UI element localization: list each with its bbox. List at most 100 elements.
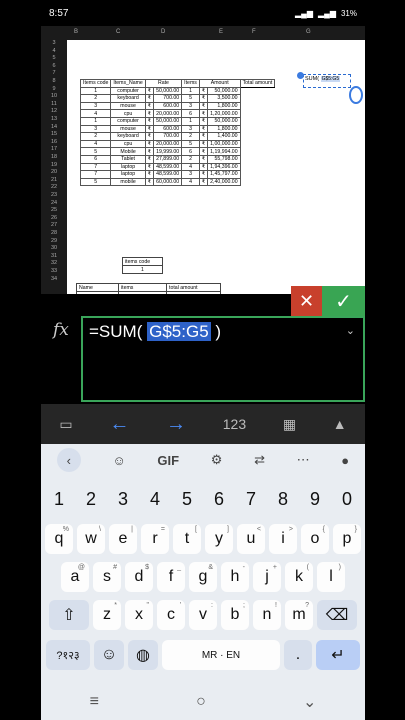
row-label[interactable]: 22 [41, 184, 67, 192]
table-cell[interactable]: 5 [79, 147, 112, 156]
key-n[interactable]: n! [253, 600, 281, 630]
row-label[interactable]: 16 [41, 139, 67, 147]
table-cell[interactable]: 50,000.00 [207, 116, 241, 126]
row-label[interactable]: 32 [41, 260, 67, 268]
header-cell[interactable]: Rate [144, 79, 183, 88]
row-label[interactable]: 20 [41, 169, 67, 177]
row-label[interactable]: 15 [41, 131, 67, 139]
table-cell[interactable] [240, 110, 275, 118]
column-label[interactable]: F [252, 29, 256, 35]
table-cell[interactable]: 1,400.00 [207, 132, 241, 141]
table-cell[interactable]: 1,00,000.00 [207, 139, 241, 149]
table-cell[interactable]: Mobile [110, 147, 146, 156]
back-icon[interactable]: ⌄ [303, 692, 316, 712]
lookup-label[interactable]: items code [122, 257, 163, 266]
key-3[interactable]: 3 [109, 484, 137, 514]
key-4[interactable]: 4 [141, 484, 169, 514]
table-cell[interactable]: 3 [181, 101, 200, 111]
formula-input[interactable]: =SUM( G$5:G5 ) ⌄ [81, 316, 365, 402]
lookup-table[interactable]: items code 1 [122, 257, 163, 274]
table-cell[interactable]: ₹ [144, 147, 155, 156]
recents-icon[interactable]: ≡ [90, 693, 99, 711]
key-e[interactable]: e | [109, 524, 137, 554]
period-key[interactable]: . [284, 640, 312, 670]
table-cell[interactable]: 1,800.00 [207, 101, 241, 111]
key-p[interactable]: p} [333, 524, 361, 554]
row-label[interactable]: 26 [41, 215, 67, 223]
table-cell[interactable]: 1 [79, 116, 112, 126]
column-label[interactable]: E [219, 29, 223, 35]
row-label[interactable]: 3 [41, 40, 67, 48]
sticker-icon[interactable]: ☺ [112, 453, 125, 468]
numpad-icon[interactable]: 123 [223, 416, 246, 432]
table-cell[interactable]: 48,599.00 [153, 162, 183, 172]
key-2[interactable]: 2 [77, 484, 105, 514]
spreadsheet[interactable]: BCDEFG 3 4 5 6 7 8 9 10 11 12 13 14 15 16 17 18 19 20 21 22… [41, 26, 365, 294]
table-cell[interactable]: ₹ [198, 94, 209, 103]
table-cell[interactable]: cpu [110, 109, 146, 118]
key-x[interactable]: x " [125, 600, 153, 630]
table-cell[interactable]: ₹ [198, 147, 209, 156]
table-cell[interactable]: 4 [79, 139, 112, 149]
table-cell[interactable]: ₹ [144, 154, 155, 164]
cell[interactable] [76, 291, 119, 294]
formula-range-selected[interactable]: G$5:G5 [147, 322, 211, 341]
table-cell[interactable]: 1 [181, 86, 200, 96]
header-cell[interactable]: Items code [79, 79, 112, 88]
key-c[interactable]: c ' [157, 600, 185, 630]
chevron-up-icon[interactable]: ▲ [333, 416, 347, 432]
summary-table[interactable]: Name items total amount [76, 283, 221, 294]
table-cell[interactable]: 1,20,000.00 [207, 109, 241, 118]
home-icon[interactable]: ○ [196, 693, 206, 711]
shift-key[interactable]: ⇧ [49, 600, 89, 630]
key-q[interactable]: q% [45, 524, 73, 554]
table-cell[interactable]: 3,500.00 [207, 94, 241, 103]
summary-name[interactable]: Name [76, 283, 119, 292]
settings-icon[interactable]: ⚙ [211, 452, 223, 468]
table-cell[interactable]: ₹ [144, 177, 155, 187]
arrow-left-icon[interactable]: ← [109, 413, 129, 436]
row-label[interactable]: 24 [41, 200, 67, 208]
calculator-icon[interactable]: ▦ [283, 416, 296, 433]
key-z[interactable]: z * [93, 600, 121, 630]
table-cell[interactable]: 60,000.00 [153, 177, 183, 187]
row-label[interactable]: 34 [41, 276, 67, 284]
row-label[interactable]: 27 [41, 222, 67, 230]
table-cell[interactable] [240, 125, 275, 133]
table-cell[interactable]: 4 [181, 177, 200, 187]
table-cell[interactable]: 20,000.00 [153, 109, 183, 118]
table-cell[interactable]: 3 [79, 101, 112, 111]
key-i[interactable]: i > [269, 524, 297, 554]
data-table[interactable]: Items code Items_Name Rate Items Amount Total… [79, 79, 276, 187]
table-cell[interactable]: ₹ [144, 116, 155, 126]
table-cell[interactable]: 1,94,396.00 [207, 162, 241, 172]
row-label[interactable]: 17 [41, 146, 67, 154]
key-v[interactable]: v: [189, 600, 217, 630]
table-cell[interactable]: 7 [79, 162, 112, 172]
table-cell[interactable] [240, 133, 275, 141]
row-label[interactable]: 25 [41, 207, 67, 215]
table-cell[interactable]: ₹ [144, 132, 155, 141]
row-label[interactable]: 6 [41, 63, 67, 71]
cell[interactable] [118, 291, 167, 294]
row-label[interactable]: 7 [41, 70, 67, 78]
row-label[interactable]: 33 [41, 268, 67, 276]
table-cell[interactable]: laptop [110, 162, 146, 172]
table-cell[interactable] [240, 95, 275, 103]
key-r[interactable]: r = [141, 524, 169, 554]
table-cell[interactable]: 5 [79, 177, 112, 187]
table-cell[interactable]: mouse [110, 124, 146, 134]
key-d[interactable]: d $ [125, 562, 153, 592]
table-cell[interactable]: 3 [79, 124, 112, 134]
table-cell[interactable] [240, 102, 275, 110]
table-cell[interactable]: 50,000.00 [153, 86, 183, 96]
symbols-key[interactable]: ?१२३ [46, 640, 90, 670]
lookup-value[interactable]: 1 [122, 265, 163, 274]
table-cell[interactable]: 6 [79, 154, 112, 164]
space-key[interactable]: MR · EN [162, 640, 280, 670]
table-cell[interactable]: 6 [181, 147, 200, 156]
chevron-left-icon[interactable]: ‹ [56, 448, 81, 472]
key-m[interactable]: m? [285, 600, 313, 630]
selection-handle-end[interactable] [349, 86, 363, 104]
backspace-key[interactable]: ⌫ [317, 600, 357, 630]
